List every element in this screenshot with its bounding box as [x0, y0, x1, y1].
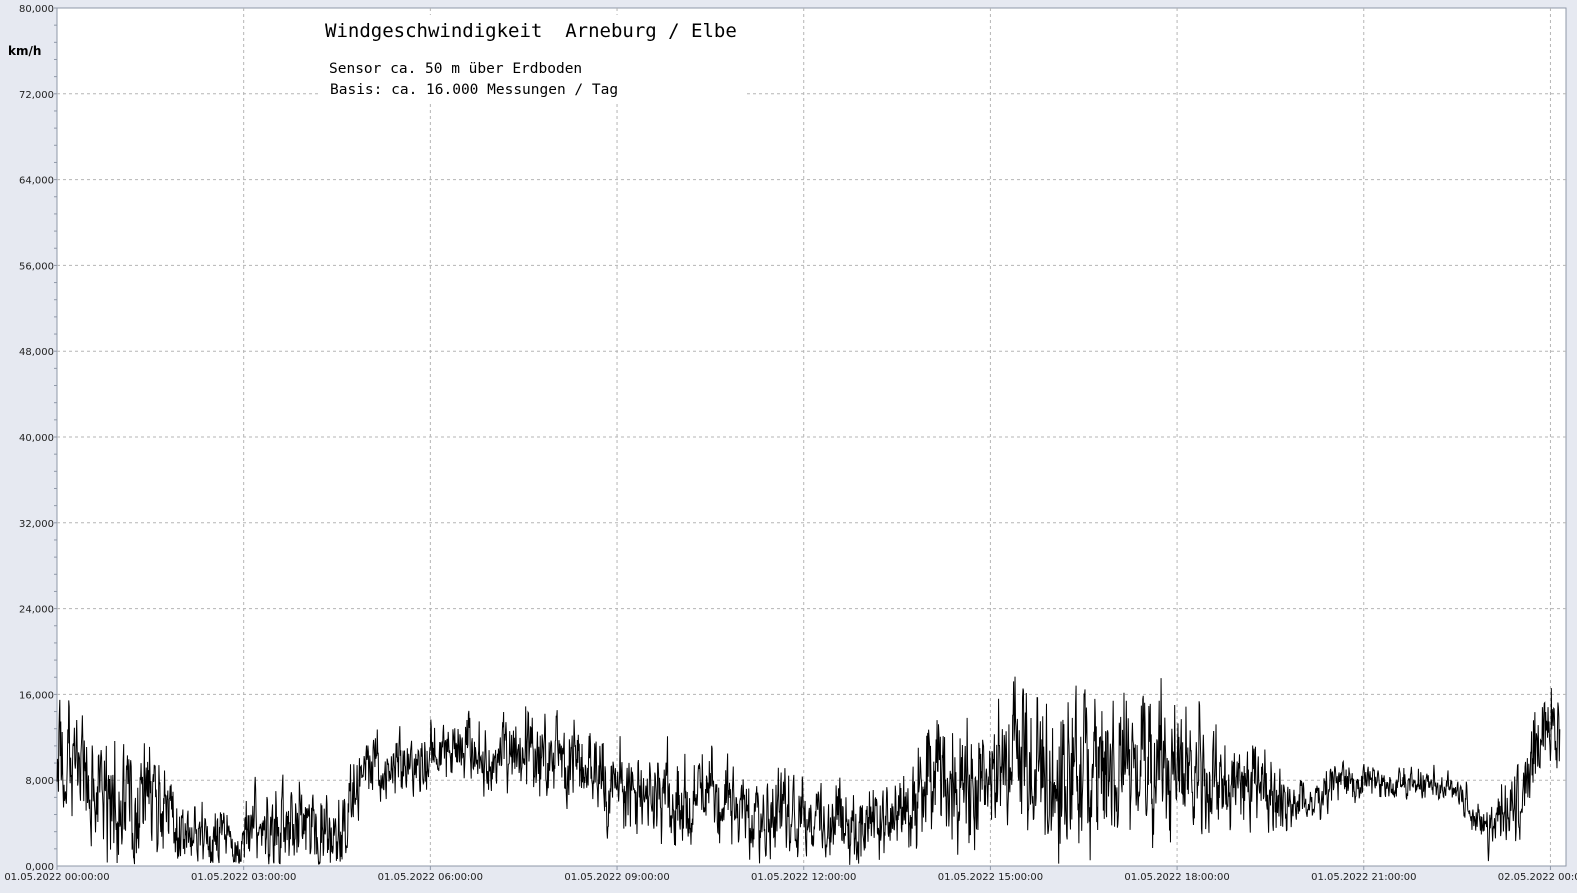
x-tick-label: 01.05.2022 09:00:00 — [564, 872, 669, 883]
y-tick-label: 72,000 — [19, 90, 54, 101]
chart-subtitle-basis: Basis: ca. 16.000 Messungen / Tag — [330, 82, 618, 98]
plot-area — [56, 7, 1567, 867]
x-tick-label: 02.05.2022 00:00:00 — [1498, 872, 1577, 883]
chart-subtitle-sensor: Sensor ca. 50 m über Erdboden — [329, 61, 582, 77]
x-tick-label: 01.05.2022 21:00:00 — [1311, 872, 1416, 883]
x-tick-label: 01.05.2022 00:00:00 — [4, 872, 109, 883]
y-axis-unit-label: km/h — [8, 44, 41, 58]
x-tick-label: 01.05.2022 12:00:00 — [751, 872, 856, 883]
y-tick-label: 56,000 — [19, 261, 54, 272]
y-tick-label: 24,000 — [19, 605, 54, 616]
y-tick-label: 80,000 — [19, 4, 54, 15]
y-tick-label: 32,000 — [19, 519, 54, 530]
y-tick-label: 64,000 — [19, 176, 54, 187]
x-tick-label: 01.05.2022 06:00:00 — [378, 872, 483, 883]
y-axis-ticks: 0,0008,00016,00024,00032,00040,00048,000… — [19, 4, 57, 873]
y-tick-label: 40,000 — [19, 433, 54, 444]
x-tick-label: 01.05.2022 18:00:00 — [1124, 872, 1229, 883]
x-tick-label: 01.05.2022 15:00:00 — [938, 872, 1043, 883]
x-axis-ticks: 01.05.2022 00:00:00 01.05.2022 03:00:00 01… — [4, 866, 1577, 883]
x-tick-label: 01.05.2022 03:00:00 — [191, 872, 296, 883]
y-tick-label: 8,000 — [25, 776, 54, 787]
wind-speed-chart: 0,0008,00016,00024,00032,00040,00048,000… — [4, 4, 1577, 883]
y-tick-label: 16,000 — [19, 690, 54, 701]
y-tick-label: 48,000 — [19, 347, 54, 358]
chart-title: Windgeschwindigkeit Arneburg / Elbe — [325, 20, 737, 42]
